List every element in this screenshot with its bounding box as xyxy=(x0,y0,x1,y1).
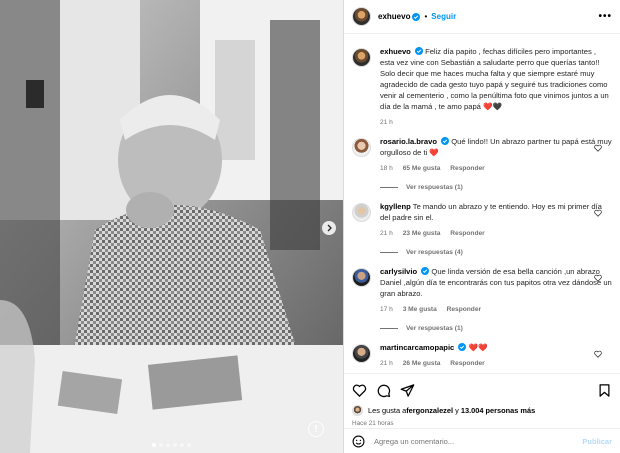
verified-badge-icon xyxy=(412,12,421,21)
replies-line xyxy=(380,187,398,188)
verified-badge-icon xyxy=(414,47,423,55)
comment-username[interactable]: kgyllenp xyxy=(380,202,411,211)
likes-prefix: Les gusta a xyxy=(368,406,407,415)
like-comment-heart-icon[interactable] xyxy=(594,209,602,217)
like-comment-heart-icon[interactable] xyxy=(594,274,602,282)
comment-time: 21 h xyxy=(380,360,393,367)
commenter-avatar[interactable] xyxy=(352,138,371,157)
verified-badge-icon xyxy=(441,137,450,145)
caption-username[interactable]: exhuevo xyxy=(380,47,411,56)
comment-body: carlysilvio Que linda versión de esa bel… xyxy=(380,266,612,334)
carousel-dot xyxy=(173,443,177,447)
comment-bubble-icon[interactable] xyxy=(376,383,391,398)
comment-username[interactable]: martincarcamopapic xyxy=(380,343,454,352)
caption-meta: 21 h xyxy=(380,117,612,128)
comment-time: 17 h xyxy=(380,306,393,313)
author-avatar[interactable] xyxy=(352,48,371,67)
commenter-avatar[interactable] xyxy=(352,344,371,363)
share-paper-plane-icon[interactable] xyxy=(400,383,415,398)
view-replies-label: Ver respuestas (4) xyxy=(406,249,463,256)
comments-list[interactable]: exhuevo Feliz día papito , fechas difíci… xyxy=(344,38,620,370)
replies-line xyxy=(380,328,398,329)
reply-button[interactable]: Responder xyxy=(450,230,484,237)
comment-meta: 21 h 26 Me gusta Responder xyxy=(380,358,612,369)
comment-body: rosario.la.bravo Qué lindo!! Un abrazo p… xyxy=(380,136,612,193)
publish-button[interactable]: Publicar xyxy=(582,437,612,446)
comment-body: kgyllenp Te mando un abrazo y te entiend… xyxy=(380,201,612,258)
view-replies-button[interactable]: Ver respuestas (1) xyxy=(380,323,612,334)
comment-meta: 21 h 23 Me gusta Responder xyxy=(380,228,612,239)
comment-username[interactable]: carlysilvio xyxy=(380,267,417,276)
view-replies-button[interactable]: Ver respuestas (1) xyxy=(380,182,612,193)
caption-time: 21 h xyxy=(380,119,393,126)
post-side-panel: exhuevo • Seguir ••• exhuevo Feliz día p… xyxy=(343,0,620,453)
comment-time: 18 h xyxy=(380,165,393,172)
comment-like-count[interactable]: 3 Me gusta xyxy=(403,306,437,313)
comment-text: Te mando un abrazo y te entiendo. Hoy es… xyxy=(380,202,602,222)
view-replies-label: Ver respuestas (1) xyxy=(406,325,463,332)
author-username[interactable]: exhuevo xyxy=(378,12,410,21)
reply-button[interactable]: Responder xyxy=(447,306,481,313)
save-bookmark-icon[interactable] xyxy=(597,383,612,398)
caption-text: Feliz día papito , fechas difíciles pero… xyxy=(380,47,609,111)
comment-time: 21 h xyxy=(380,230,393,237)
commenter-avatar[interactable] xyxy=(352,268,371,287)
reply-button[interactable]: Responder xyxy=(450,360,484,367)
carousel-dot xyxy=(187,443,191,447)
like-comment-heart-icon[interactable] xyxy=(594,144,602,152)
next-photo-button[interactable] xyxy=(322,221,336,235)
chevron-right-icon xyxy=(327,224,332,232)
alt-text-button[interactable]: ! xyxy=(308,421,324,437)
author-avatar[interactable] xyxy=(352,7,371,26)
caption-body: exhuevo Feliz día papito , fechas difíci… xyxy=(380,46,612,128)
carousel-dot xyxy=(166,443,170,447)
carousel-dot-active xyxy=(152,443,156,447)
emoji-smiley-icon[interactable] xyxy=(352,435,365,448)
view-replies-button[interactable]: Ver respuestas (4) xyxy=(380,247,612,258)
reply-button[interactable]: Responder xyxy=(450,165,484,172)
likes-count[interactable]: 13.004 personas más xyxy=(461,406,535,415)
likes-summary: Les gusta a fergonzalezel y 13.004 perso… xyxy=(352,405,612,416)
comment: carlysilvio Que linda versión de esa bel… xyxy=(352,266,612,334)
verified-badge-icon xyxy=(458,343,467,351)
verified-badge-icon xyxy=(421,267,430,275)
comment-meta: 18 h 65 Me gusta Responder xyxy=(380,163,612,174)
carousel-dot xyxy=(180,443,184,447)
carousel-dot xyxy=(159,443,163,447)
comment-username[interactable]: rosario.la.bravo xyxy=(380,137,437,146)
follow-button[interactable]: Seguir xyxy=(431,12,456,21)
comment-like-count[interactable]: 23 Me gusta xyxy=(403,230,441,237)
instagram-post-view: ! exhuevo • Seguir ••• exhuevo Feliz día… xyxy=(0,0,620,453)
commenter-avatar[interactable] xyxy=(352,203,371,222)
carousel-dots xyxy=(152,443,191,447)
add-comment-input[interactable] xyxy=(374,436,583,446)
comment-like-count[interactable]: 26 Me gusta xyxy=(403,360,441,367)
comment: martincarcamopapic ❤️❤️ 21 h 26 Me gusta… xyxy=(352,342,612,369)
likes-mid: y xyxy=(453,406,461,415)
comment-text: ❤️❤️ xyxy=(468,343,488,352)
caption: exhuevo Feliz día papito , fechas difíci… xyxy=(352,46,612,128)
post-photo[interactable]: ! xyxy=(0,0,343,453)
liker-username[interactable]: fergonzalezel xyxy=(406,406,453,415)
like-comment-heart-icon[interactable] xyxy=(594,350,602,358)
post-header: exhuevo • Seguir ••• xyxy=(344,0,620,34)
replies-line xyxy=(380,252,398,253)
comment-like-count[interactable]: 65 Me gusta xyxy=(403,165,441,172)
comment-body: martincarcamopapic ❤️❤️ 21 h 26 Me gusta… xyxy=(380,342,612,369)
comment: kgyllenp Te mando un abrazo y te entiend… xyxy=(352,201,612,258)
action-icons xyxy=(352,380,612,400)
more-options-button[interactable]: ••• xyxy=(598,11,612,22)
comment-meta: 17 h 3 Me gusta Responder xyxy=(380,304,612,315)
post-actions: Les gusta a fergonzalezel y 13.004 perso… xyxy=(344,373,620,427)
post-time: Hace 21 horas xyxy=(352,420,394,427)
comment: rosario.la.bravo Qué lindo!! Un abrazo p… xyxy=(352,136,612,193)
view-replies-label: Ver respuestas (1) xyxy=(406,184,463,191)
like-heart-icon[interactable] xyxy=(352,383,367,398)
photo-image xyxy=(0,0,343,453)
liker-avatar[interactable] xyxy=(352,405,363,416)
add-comment-bar: Publicar xyxy=(344,428,620,453)
separator-dot: • xyxy=(424,12,428,21)
